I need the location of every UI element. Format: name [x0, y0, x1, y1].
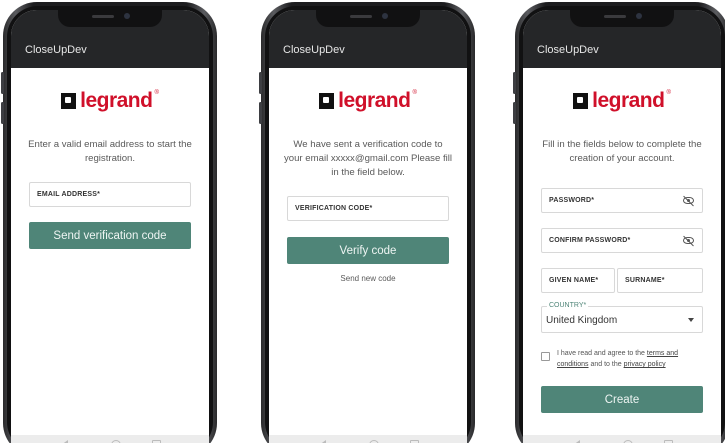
logo-registered: ®: [666, 90, 671, 96]
phone-screen: CloseUpDev legrand ® Fill in the fields …: [523, 10, 721, 443]
logo-wordmark: legrand: [338, 89, 411, 112]
country-value: United Kingdom: [546, 315, 618, 326]
terms-agreement-text: I have read and agree to the terms and c…: [557, 348, 707, 370]
phone-notch: [58, 10, 162, 27]
android-nav-bar: [11, 435, 209, 443]
verification-view: legrand ® We have sent a verification co…: [269, 68, 467, 435]
instruction-text: We have sent a verification code to your…: [283, 139, 453, 178]
phone-screen: CloseUpDev legrand ® We have sent a veri…: [269, 10, 467, 443]
verify-code-button[interactable]: Verify code: [287, 237, 449, 264]
legrand-logo: legrand ®: [523, 90, 721, 111]
logo-registered: ®: [154, 90, 159, 96]
logo-wordmark: legrand: [592, 89, 665, 112]
phone-side-button: [513, 72, 516, 94]
send-new-code-link[interactable]: Send new code: [269, 274, 467, 283]
country-select[interactable]: COUNTRY* United Kingdom: [541, 302, 703, 333]
phone-verification: CloseUpDev legrand ® We have sent a veri…: [259, 2, 475, 443]
phone-side-button: [259, 72, 262, 94]
app-title: CloseUpDev: [25, 44, 87, 56]
android-nav-bar: [523, 435, 721, 443]
phone-side-button: [259, 102, 262, 124]
phone-notch: [316, 10, 420, 27]
app-title: CloseUpDev: [537, 44, 599, 56]
phone-notch: [570, 10, 674, 27]
legrand-logo: legrand ®: [269, 90, 467, 111]
given-name-field[interactable]: GIVEN NAME*: [541, 268, 615, 293]
email-field[interactable]: EMAIL ADDRESS*: [29, 182, 191, 207]
agree-middle: and to the: [590, 361, 622, 368]
instruction-text: Enter a valid email address to start the…: [28, 139, 192, 164]
phone-side-button: [513, 102, 516, 124]
phone-side-button: [1, 72, 4, 94]
surname-label: SURNAME*: [625, 277, 665, 284]
legrand-logo-mark: [573, 92, 589, 109]
logo-wordmark: legrand: [80, 89, 153, 112]
phone-side-button: [1, 102, 4, 124]
phone-registration-email: CloseUpDev legrand ® Enter a valid email…: [1, 2, 217, 443]
eye-off-icon[interactable]: [683, 237, 694, 244]
logo-registered: ®: [412, 90, 417, 96]
surname-field[interactable]: SURNAME*: [617, 268, 703, 293]
verification-code-field[interactable]: VERIFICATION CODE*: [287, 196, 449, 221]
email-field-label: EMAIL ADDRESS*: [37, 191, 101, 198]
legrand-logo: legrand ®: [11, 90, 209, 111]
country-label: COUNTRY*: [547, 302, 589, 309]
phone-screen: CloseUpDev legrand ® Enter a valid email…: [11, 10, 209, 443]
password-field[interactable]: PASSWORD*: [541, 188, 703, 213]
phone-create-account: CloseUpDev legrand ® Fill in the fields …: [513, 2, 725, 443]
instruction-text: Fill in the fields below to complete the…: [542, 139, 702, 164]
agree-prefix: I have read and agree to the: [557, 350, 645, 357]
create-account-view: legrand ® Fill in the fields below to co…: [523, 68, 721, 435]
legrand-logo-mark: [61, 92, 77, 109]
confirm-password-label: CONFIRM PASSWORD*: [549, 237, 631, 244]
password-label: PASSWORD*: [549, 197, 595, 204]
send-verification-code-button[interactable]: Send verification code: [29, 222, 191, 249]
eye-off-icon[interactable]: [683, 197, 694, 204]
android-nav-bar: [269, 435, 467, 443]
privacy-policy-link[interactable]: privacy policy: [624, 361, 666, 368]
create-button[interactable]: Create: [541, 386, 703, 413]
terms-checkbox[interactable]: [541, 352, 550, 361]
chevron-down-icon[interactable]: [688, 318, 694, 322]
app-title: CloseUpDev: [283, 44, 345, 56]
registration-email-view: legrand ® Enter a valid email address to…: [11, 68, 209, 435]
confirm-password-field[interactable]: CONFIRM PASSWORD*: [541, 228, 703, 253]
given-name-label: GIVEN NAME*: [549, 277, 599, 284]
verification-code-label: VERIFICATION CODE*: [295, 205, 373, 212]
legrand-logo-mark: [319, 92, 335, 109]
